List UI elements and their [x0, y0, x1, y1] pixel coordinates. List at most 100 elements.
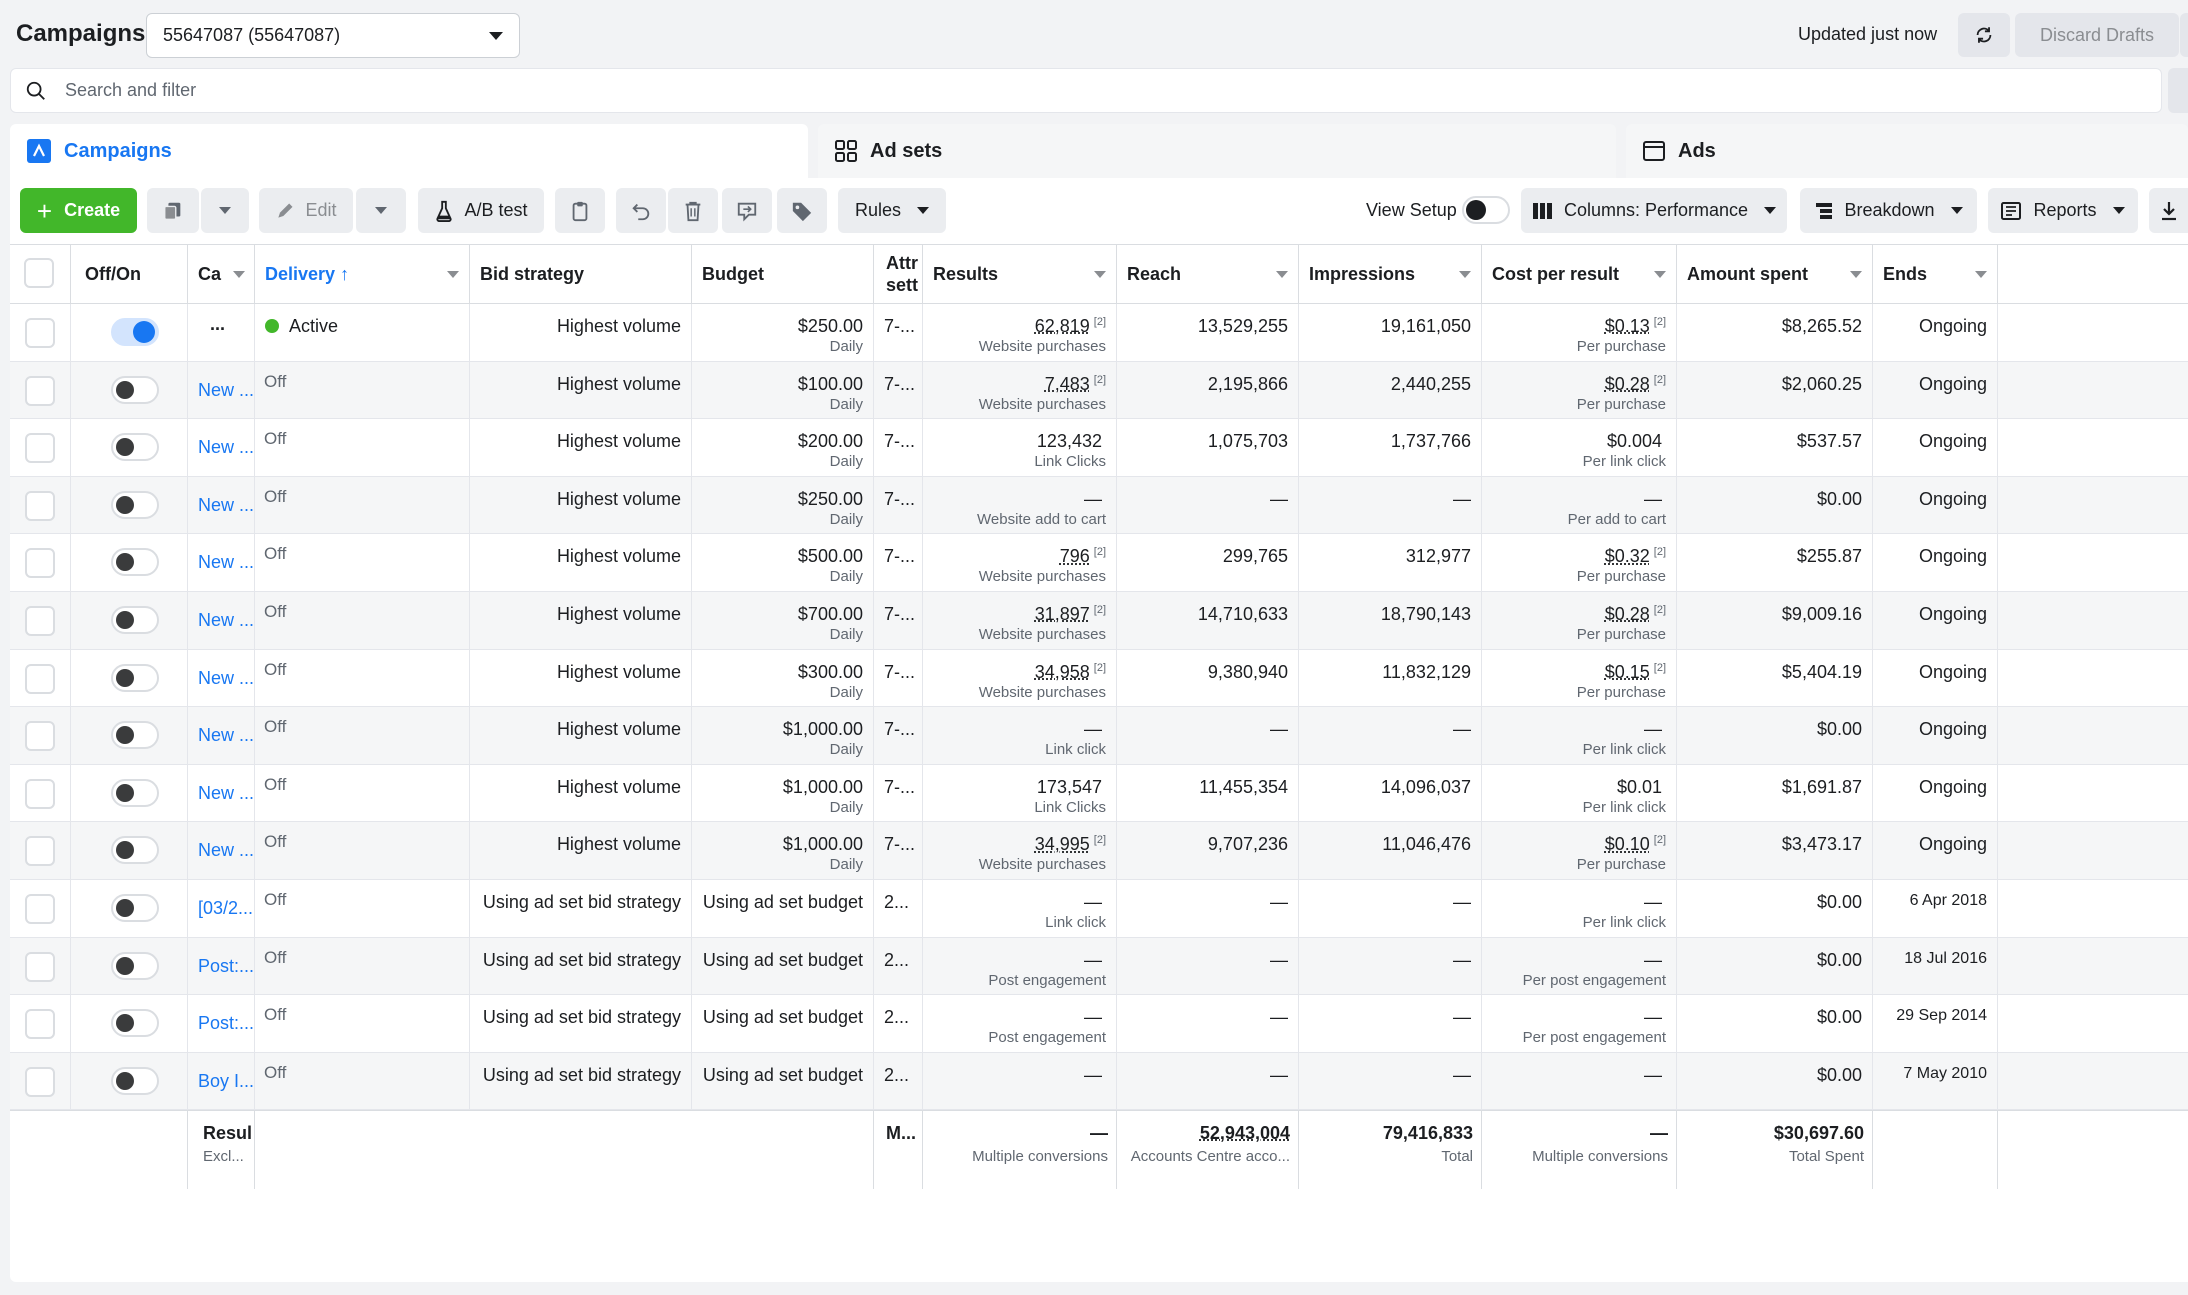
campaign-toggle[interactable]: [111, 1009, 159, 1038]
campaign-toggle[interactable]: [111, 606, 159, 634]
table-row[interactable]: New ... Off Highest volume $700.00 Daily 7-..…: [10, 592, 2188, 650]
campaign-toggle[interactable]: [111, 778, 159, 807]
campaign-toggle[interactable]: [111, 663, 159, 692]
tab-ad-sets[interactable]: Ad sets: [818, 124, 1616, 178]
campaign-toggle[interactable]: [111, 951, 159, 980]
col-impressions[interactable]: Impressions: [1299, 245, 1482, 303]
row-checkbox[interactable]: [25, 375, 55, 406]
table-row[interactable]: New ... Off Highest volume $1,000.00 Daily 7-…: [10, 822, 2188, 880]
table-row[interactable]: New ... Off Highest volume $250.00 Daily 7-..…: [10, 476, 2188, 535]
refresh-button[interactable]: [1958, 13, 2010, 57]
table-row[interactable]: New ... Off Highest volume $100.00 Daily 7-..…: [10, 361, 2188, 420]
campaign-name-link[interactable]: New ...: [198, 552, 254, 573]
col-results[interactable]: Results: [923, 245, 1117, 303]
campaign-toggle[interactable]: [111, 375, 159, 404]
search-bar[interactable]: [10, 68, 2162, 113]
campaign-name-link[interactable]: Boy I...: [198, 1071, 254, 1092]
campaign-toggle[interactable]: [111, 836, 159, 865]
row-checkbox[interactable]: [25, 1066, 55, 1097]
breakdown-button[interactable]: Breakdown: [1800, 188, 1977, 233]
duplicate-dropdown[interactable]: [201, 188, 249, 233]
discard-drafts-button[interactable]: Discard Drafts: [2015, 13, 2179, 57]
row-checkbox[interactable]: [25, 894, 55, 924]
table-row[interactable]: New ... Off Highest volume $1,000.00 Daily 7-…: [10, 707, 2188, 765]
ab-test-button[interactable]: A/B test: [418, 188, 544, 233]
search-side-button[interactable]: [2168, 68, 2188, 113]
search-input[interactable]: [65, 80, 1865, 101]
row-more-menu[interactable]: ...: [210, 314, 225, 335]
row-checkbox[interactable]: [25, 778, 55, 809]
col-attribution[interactable]: Attr sett: [874, 245, 923, 303]
row-checkbox[interactable]: [25, 663, 55, 694]
campaign-toggle[interactable]: [111, 548, 159, 577]
row-checkbox[interactable]: [25, 1009, 55, 1040]
view-setup-toggle[interactable]: [1462, 196, 1510, 224]
rules-button[interactable]: Rules: [838, 188, 946, 233]
row-checkbox[interactable]: [25, 836, 55, 867]
row-checkbox[interactable]: [25, 548, 55, 579]
create-button[interactable]: + Create: [20, 188, 137, 233]
table-row[interactable]: Boy I... Off Using ad set bid strategy Usin…: [10, 1052, 2188, 1111]
col-cost-per-result[interactable]: Cost per result: [1482, 245, 1677, 303]
col-ends[interactable]: Ends: [1873, 245, 1998, 303]
columns-icon: [1532, 202, 1552, 219]
overflow-button[interactable]: [2180, 13, 2188, 57]
reports-button[interactable]: Reports: [1988, 188, 2138, 233]
table-row[interactable]: Post:... Off Using ad set bid strategy Usin…: [10, 995, 2188, 1053]
col-campaign-name[interactable]: Ca: [188, 245, 255, 303]
tab-campaigns[interactable]: Campaigns: [10, 124, 808, 178]
col-delivery[interactable]: Delivery ↑: [255, 245, 470, 303]
row-checkbox[interactable]: [25, 606, 55, 636]
select-all-checkbox[interactable]: [24, 258, 54, 288]
duplicate-button[interactable]: [147, 188, 199, 233]
budget-period: Daily: [829, 856, 863, 874]
col-off-on[interactable]: Off/On: [71, 245, 188, 303]
campaign-name-link[interactable]: New ...: [198, 668, 254, 689]
tag-button[interactable]: [777, 188, 827, 233]
row-checkbox[interactable]: [25, 318, 55, 348]
campaign-toggle[interactable]: [111, 318, 159, 346]
table-row[interactable]: ... Active Highest volume $250.00 Daily 7-...…: [10, 304, 2188, 362]
delivery-status: Off: [264, 429, 287, 449]
campaign-name-link[interactable]: Post:...: [198, 1013, 254, 1034]
tab-ads[interactable]: Ads: [1626, 124, 2188, 178]
row-checkbox[interactable]: [25, 490, 55, 521]
delete-button[interactable]: [668, 188, 718, 233]
col-amount-spent[interactable]: Amount spent: [1677, 245, 1873, 303]
campaign-name-link[interactable]: [03/2...: [198, 898, 253, 919]
preview-button[interactable]: [722, 188, 772, 233]
campaign-toggle[interactable]: [111, 433, 159, 462]
table-row[interactable]: New ... Off Highest volume $300.00 Daily 7-..…: [10, 649, 2188, 708]
campaign-name-link[interactable]: New ...: [198, 725, 254, 746]
row-checkbox[interactable]: [25, 433, 55, 464]
undo-button[interactable]: [616, 188, 666, 233]
columns-button[interactable]: Columns: Performance: [1521, 188, 1787, 233]
campaign-toggle[interactable]: [111, 721, 159, 750]
row-checkbox[interactable]: [25, 721, 55, 752]
table-row[interactable]: New ... Off Highest volume $500.00 Daily 7-..…: [10, 534, 2188, 592]
col-reach[interactable]: Reach: [1117, 245, 1299, 303]
clipboard-button[interactable]: [555, 188, 605, 233]
campaign-name-link[interactable]: New ...: [198, 610, 254, 631]
table-row[interactable]: New ... Off Highest volume $1,000.00 Daily 7-…: [10, 764, 2188, 823]
campaign-toggle[interactable]: [111, 1066, 159, 1095]
campaign-toggle[interactable]: [111, 490, 159, 519]
campaign-name-link[interactable]: Post:...: [198, 956, 254, 977]
account-selector[interactable]: 55647087 (55647087): [146, 13, 520, 58]
campaign-name-link[interactable]: New ...: [198, 840, 254, 861]
campaign-name-link[interactable]: New ...: [198, 783, 254, 804]
col-bid-strategy[interactable]: Bid strategy: [470, 245, 692, 303]
export-button[interactable]: [2149, 188, 2188, 233]
campaign-toggle[interactable]: [111, 894, 159, 922]
campaign-name-link[interactable]: New ...: [198, 437, 254, 458]
col-budget[interactable]: Budget: [692, 245, 874, 303]
edit-button[interactable]: Edit: [259, 188, 353, 233]
budget-value: Using ad set budget: [702, 949, 863, 970]
row-checkbox[interactable]: [25, 951, 55, 982]
table-row[interactable]: [03/2... Off Using ad set bid strategy Usin…: [10, 880, 2188, 938]
campaign-name-link[interactable]: New ...: [198, 495, 254, 516]
campaign-name-link[interactable]: New ...: [198, 380, 254, 401]
edit-dropdown[interactable]: [356, 188, 406, 233]
table-row[interactable]: New ... Off Highest volume $200.00 Daily 7-..…: [10, 419, 2188, 477]
table-row[interactable]: Post:... Off Using ad set bid strategy Usin…: [10, 937, 2188, 996]
